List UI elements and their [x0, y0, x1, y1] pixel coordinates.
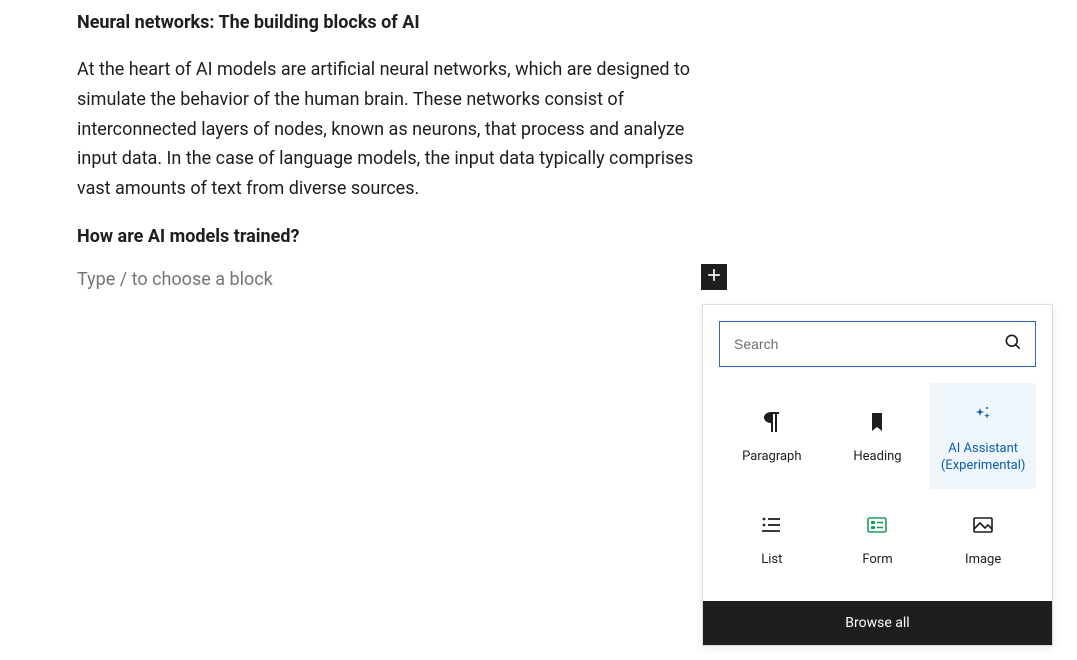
- block-option-image[interactable]: Image: [930, 489, 1036, 589]
- block-option-form[interactable]: Form: [825, 489, 931, 589]
- block-label: Heading: [853, 449, 901, 466]
- block-label: Form: [862, 552, 892, 569]
- block-label: List: [761, 552, 782, 569]
- image-icon: [973, 512, 993, 538]
- block-option-ai-assistant[interactable]: AI Assistant (Experimental): [930, 383, 1036, 489]
- content-heading-1: Neural networks: The building blocks of …: [77, 10, 700, 35]
- browse-all-button[interactable]: Browse all: [703, 601, 1052, 645]
- block-inserter-panel: Paragraph Heading AI Assistant (Experime…: [702, 304, 1053, 646]
- form-icon: [867, 512, 887, 538]
- search-field-container: [719, 321, 1036, 367]
- list-icon: [762, 512, 782, 538]
- empty-block-placeholder[interactable]: Type / to choose a block: [77, 269, 700, 290]
- block-label: Paragraph: [742, 449, 801, 466]
- plus-icon: [704, 265, 724, 289]
- paragraph-icon: [763, 409, 781, 435]
- content-paragraph-1: At the heart of AI models are artificial…: [77, 55, 700, 203]
- heading-icon: [870, 409, 884, 435]
- search-icon: [1003, 332, 1023, 356]
- block-label: AI Assistant (Experimental): [936, 441, 1030, 475]
- block-option-list[interactable]: List: [719, 489, 825, 589]
- add-block-button[interactable]: [701, 264, 727, 290]
- block-option-heading[interactable]: Heading: [825, 383, 931, 489]
- sparkle-icon: [974, 401, 992, 427]
- block-option-paragraph[interactable]: Paragraph: [719, 383, 825, 489]
- search-input[interactable]: [734, 336, 1003, 352]
- block-label: Image: [965, 552, 1001, 569]
- content-heading-2: How are AI models trained?: [77, 226, 700, 247]
